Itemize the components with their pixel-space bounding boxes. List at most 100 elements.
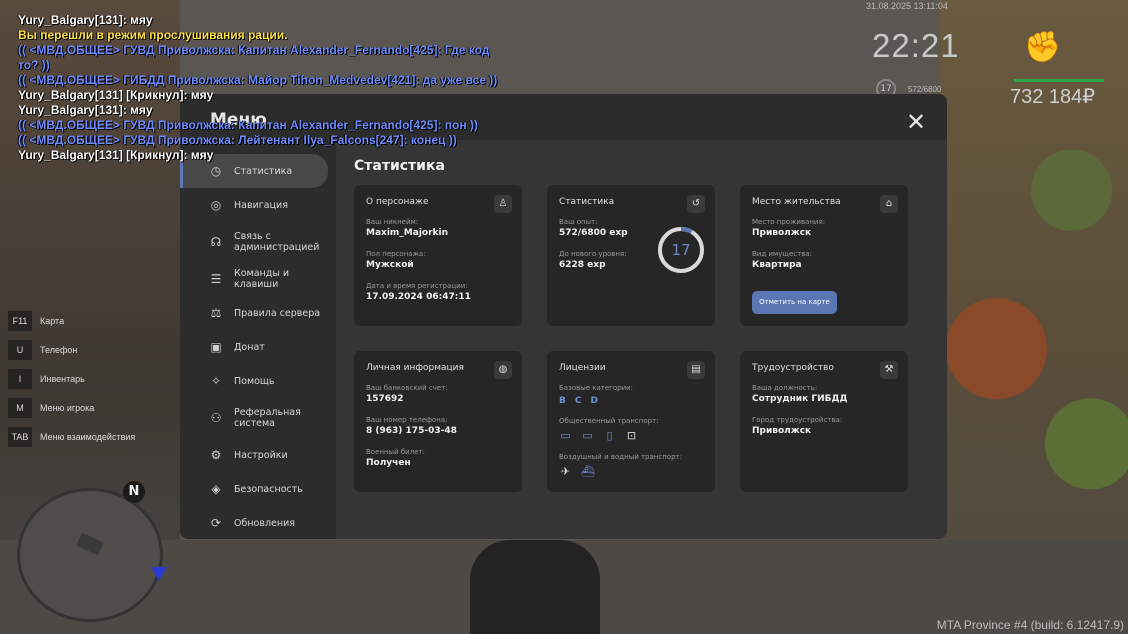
field-value: Сотрудник ГИБДД	[752, 394, 848, 404]
sidebar-item-label: Правила сервера	[234, 307, 321, 319]
field-value: 17.09.2024 06:47:11	[366, 292, 471, 302]
sidebar-item-navigation[interactable]: ◎ Навигация	[180, 188, 336, 222]
chat-line: (( <МВД.ОБЩЕЕ> ГУВД Приволжска: Лейтенан…	[18, 133, 457, 147]
field-value: Квартира	[752, 260, 802, 270]
card-title: О персонаже	[366, 197, 429, 207]
chat-line: Вы перешли в режим прослушивания рации.	[18, 28, 288, 42]
field-residence: Место проживания: Приволжск	[752, 217, 825, 239]
sidebar-item-commands[interactable]: ☰ Команды и клавиши	[180, 262, 336, 296]
key-label: Инвентарь	[40, 373, 85, 384]
sidebar-item-admin-contact[interactable]: ☊ Связь с администрацией	[180, 222, 336, 262]
key-hint: I Инвентарь	[8, 364, 135, 393]
tram-icon: ▯	[606, 429, 613, 442]
key-badge: TAB	[8, 426, 32, 447]
hammer-icon: ⚒	[880, 361, 898, 379]
field-value: 6228 exp	[559, 260, 606, 270]
field-value: 157692	[366, 394, 404, 404]
card-licenses: Лицензии ▤ Базовые категории: B C D Обще…	[547, 351, 715, 492]
field-label: До нового уровня:	[559, 250, 627, 258]
key-label: Меню игрока	[40, 402, 95, 413]
field-label: Ваш банковский счет:	[366, 384, 448, 392]
key-badge: M	[8, 397, 32, 418]
chat-line: то? ))	[18, 58, 50, 72]
chat-line: Yury_Balgary[131]: мяу	[18, 13, 153, 27]
field-label: Военный билет:	[366, 448, 425, 456]
compass-north-icon: N	[123, 481, 145, 503]
chat-line: Yury_Balgary[131] [Крикнул]: мяу	[18, 148, 214, 162]
sidebar-item-donate[interactable]: ▣ Донат	[180, 330, 336, 364]
sidebar-item-label: Обновления	[234, 517, 295, 529]
sidebar-item-updates[interactable]: ⟳ Обновления	[180, 506, 336, 540]
health-bar	[1014, 79, 1104, 82]
field-exp: Ваш опыт: 572/6800 exp	[559, 217, 628, 239]
boat-icon: ⛴	[581, 465, 595, 478]
card-personal-info: Личная информация ◍ Ваш банковский счет:…	[354, 351, 522, 492]
shield-icon: ◈	[211, 482, 221, 496]
headset-icon: ☊	[210, 235, 222, 249]
wallet-icon: ▣	[210, 340, 222, 354]
field-bank-account: Ваш банковский счет: 157692	[366, 383, 448, 405]
field-value: Приволжск	[752, 426, 812, 436]
license-category: C	[574, 396, 582, 406]
fist-icon: ✊	[1024, 30, 1062, 65]
hud-exp: 572/6800	[908, 85, 942, 94]
build-info: MTA Province #4 (build: 6.12417.9)	[936, 618, 1124, 632]
sidebar-item-help[interactable]: ✧ Помощь	[180, 364, 336, 398]
minimap[interactable]: N	[17, 481, 167, 622]
field-position: Ваша должность: Сотрудник ГИБДД	[752, 383, 848, 405]
field-property: Вид имущества: Квартира	[752, 249, 812, 271]
sidebar-item-settings[interactable]: ⚙ Настройки	[180, 438, 336, 472]
card-title: Статистика	[559, 197, 615, 207]
handshake-icon: ✧	[210, 374, 222, 388]
sidebar-item-rules[interactable]: ⚖ Правила сервера	[180, 296, 336, 330]
field-label: Ваш опыт:	[559, 218, 598, 226]
close-icon[interactable]: ✕	[904, 110, 928, 134]
trolleybus-icon: ▭	[582, 429, 593, 442]
field-value: 572/6800 exp	[559, 228, 628, 238]
sidebar-item-referral[interactable]: ⚇ Реферальная система	[180, 398, 336, 438]
list-icon: ☰	[210, 272, 222, 286]
plane-icon: ✈	[560, 465, 571, 478]
sidebar-item-label: Связь с администрацией	[234, 231, 320, 253]
sidebar-item-label: Донат	[234, 341, 265, 353]
hud-clock: 22:21	[872, 27, 960, 64]
field-label: Базовые категории:	[559, 384, 634, 392]
field-label: Пол персонажа:	[366, 250, 426, 258]
sidebar-item-label: Команды и клавиши	[234, 268, 290, 290]
sidebar-item-label: Статистика	[234, 165, 293, 177]
field-gender: Пол персонажа: Мужской	[366, 249, 426, 271]
card-title: Личная информация	[366, 363, 464, 373]
update-icon: ⟳	[210, 516, 222, 530]
public-transport-icons: ▭ ▭ ▯ ⊡	[559, 429, 659, 442]
chat-line: Yury_Balgary[131]: мяу	[18, 103, 153, 117]
key-hints: F11 Карта U Телефон I Инвентарь M Меню и…	[8, 306, 135, 451]
chat-line: (( <МВД.ОБЩЕЕ> ГИБДД Приволжска: Майор T…	[18, 73, 498, 87]
field-public-transport: Общественный транспорт: ▭ ▭ ▯ ⊡	[559, 416, 659, 442]
cab-icon: ⊡	[626, 429, 637, 442]
license-icon: ▤	[687, 361, 705, 379]
sidebar-item-label: Настройки	[234, 449, 288, 461]
key-badge: I	[8, 368, 32, 389]
field-air-water-transport: Воздушный и водный транспорт: ✈ ⛴	[559, 452, 682, 478]
license-categories: B C D	[559, 395, 633, 407]
sidebar-item-label: Навигация	[234, 199, 288, 211]
field-label: Место проживания:	[752, 218, 826, 226]
field-label: Дата и время регистрации:	[366, 282, 468, 290]
card-statistics: Статистика ↺ Ваш опыт: 572/6800 exp До н…	[547, 185, 715, 326]
key-hint: F11 Карта	[8, 306, 135, 335]
card-title: Трудоустройство	[752, 363, 834, 373]
key-badge: F11	[8, 310, 32, 331]
field-base-categories: Базовые категории: B C D	[559, 383, 633, 407]
chat-line: (( <МВД.ОБЩЕЕ> ГУВД Приволжска: Капитан …	[18, 43, 490, 57]
field-label: Ваш номер телефона:	[366, 416, 448, 424]
field-value: Получен	[366, 458, 411, 468]
mark-on-map-button[interactable]: Отметить на карте	[752, 291, 837, 314]
level-number: 17	[671, 241, 691, 259]
referral-icon: ⚇	[210, 411, 222, 425]
menu-sidebar: ◷ Статистика ◎ Навигация ☊ Связь с админ…	[180, 154, 336, 540]
sidebar-item-label: Реферальная система	[234, 407, 301, 429]
field-label: Общественный транспорт:	[559, 417, 659, 425]
field-label: Вид имущества:	[752, 250, 812, 258]
sidebar-item-security[interactable]: ◈ Безопасность	[180, 472, 336, 506]
field-value: Maxim_Majorkin	[366, 228, 449, 238]
